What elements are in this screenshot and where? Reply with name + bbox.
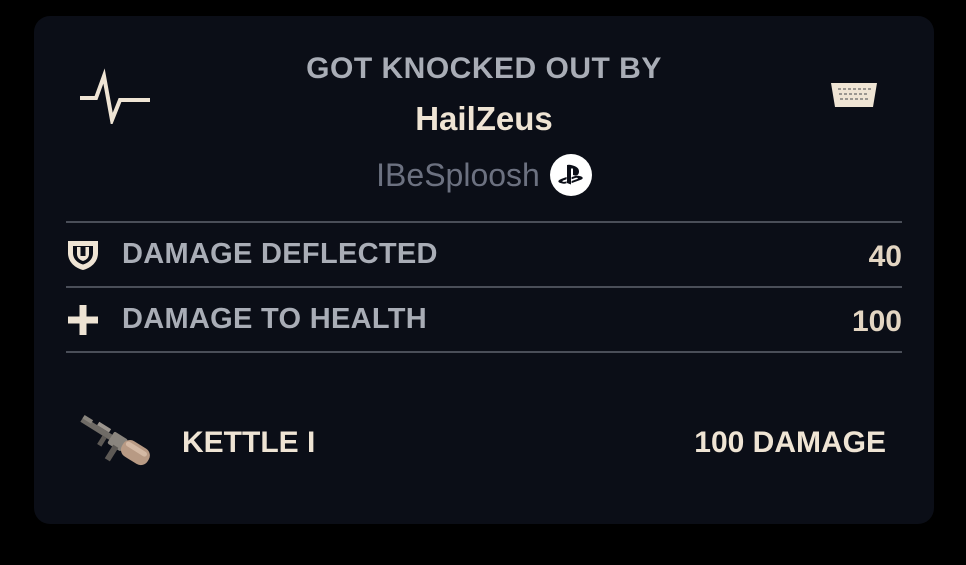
- knocked-out-by-label: GOT KNOCKED OUT BY: [306, 52, 662, 85]
- stat-row-damage-deflected: DAMAGE DEFLECTED 40: [66, 224, 902, 286]
- divider: [66, 286, 902, 288]
- weapon-image: [80, 414, 150, 466]
- divider: [66, 351, 902, 353]
- platform-account: IBeSploosh: [34, 154, 934, 196]
- stat-label: DAMAGE DEFLECTED: [122, 238, 438, 270]
- knockout-card: GOT KNOCKED OUT BY HailZeus IBeSploosh D…: [34, 16, 934, 524]
- weapon-row: KETTLE I 100 DAMAGE: [66, 404, 886, 484]
- platform-account-name: IBeSploosh: [376, 156, 540, 193]
- shield-icon: [68, 241, 98, 270]
- stat-value: 100: [851, 305, 902, 338]
- divider: [66, 221, 902, 223]
- weapon-damage: 100 DAMAGE: [694, 426, 886, 459]
- playstation-icon: [549, 154, 592, 196]
- stat-value: 40: [868, 240, 902, 273]
- killer-name[interactable]: HailZeus: [34, 100, 934, 138]
- stat-label: DAMAGE TO HEALTH: [122, 303, 427, 335]
- plus-icon: [68, 305, 98, 335]
- stat-row-damage-to-health: DAMAGE TO HEALTH 100: [66, 289, 902, 351]
- weapon-name: KETTLE I: [182, 426, 316, 459]
